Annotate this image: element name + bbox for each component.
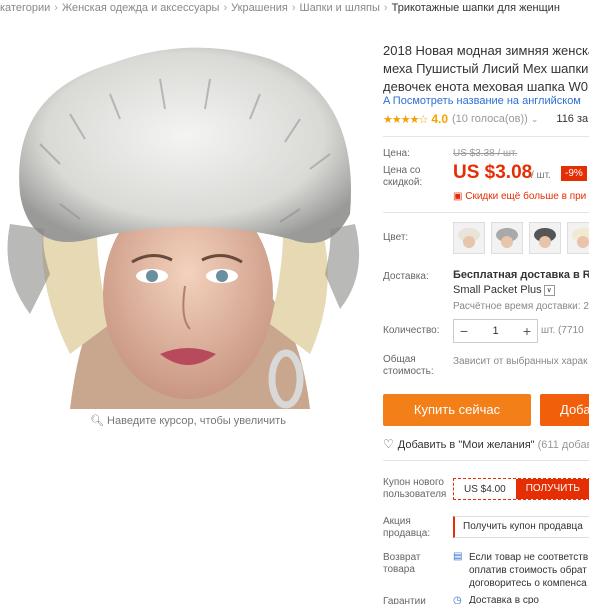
wishlist-count: (611 добави [537, 439, 589, 451]
returns-line: Если товар не соответств [469, 552, 589, 563]
zoom-hint-text: Наведите курсор, чтобы увеличить [107, 415, 286, 427]
sale-note[interactable]: ▣ Скидки ещё больше в при [453, 191, 586, 202]
quantity-minus-button[interactable]: − [454, 323, 474, 339]
add-to-wishlist[interactable]: ♡Добавить в "Мои желания" (611 добави [383, 437, 589, 451]
sale-note-text: Скидки ещё больше в при [465, 191, 587, 202]
clock-icon: ◷ [453, 595, 462, 604]
rating-score: 4.0 [431, 112, 448, 126]
guarantee-label: Гарантии [383, 596, 426, 604]
translate-icon: A [383, 95, 390, 107]
total-note: Зависит от выбранных харак [453, 356, 588, 367]
promo-label: Акция продавца: [383, 516, 431, 539]
product-title-line: меха Пушистый Лисий Мех шапки, [383, 61, 589, 76]
add-to-cart-button[interactable]: Доба [540, 394, 589, 426]
color-swatch[interactable] [453, 222, 485, 254]
swatch-hat-image [534, 228, 556, 248]
swatch-hat-image [496, 228, 518, 248]
translate-link[interactable]: A Посмотреть название на английском [383, 95, 581, 107]
returns-line: оплатив стоимость обрат [469, 565, 587, 576]
returns-line: договоритесь о компенса [469, 578, 587, 589]
shipping-line: Бесплатная доставка в Rus [453, 269, 589, 281]
new-user-coupon: US $4.00 ПОЛУЧИТЬ [453, 478, 589, 500]
heart-icon: ♡ [383, 437, 394, 451]
product-title-line: девочек енота меховая шапка W0 [383, 79, 588, 94]
product-image [0, 24, 368, 409]
shipping-method[interactable]: Small Packet Plus [453, 284, 542, 296]
color-swatch[interactable] [529, 222, 561, 254]
color-swatch[interactable] [491, 222, 523, 254]
breadcrumb-item[interactable]: Женская одежда и аксессуары [62, 2, 220, 14]
guarantee-text: Доставка в сро [469, 595, 539, 604]
seller-coupon[interactable]: Получить купон продавца [453, 516, 589, 538]
translate-link-text: Посмотреть название на английском [392, 95, 581, 107]
rating-votes[interactable]: (10 голоса(ов)) [452, 113, 528, 125]
quantity-input[interactable]: 1 [474, 325, 517, 337]
total-label: Общая стоимость: [383, 354, 434, 377]
buy-now-button[interactable]: Купить сейчас [383, 394, 531, 426]
breadcrumb-separator: › [223, 2, 228, 14]
swatch-hat-image [572, 228, 589, 248]
rating-row: ★★★★☆ 4.0 (10 голоса(ов)) ⌄ 116 за [383, 112, 588, 126]
gift-icon: ▣ [453, 191, 463, 202]
product-title-line: 2018 Новая модная зимняя женская [383, 43, 589, 58]
quantity-stepper: − 1 + [453, 319, 538, 343]
shipping-info: Бесплатная доставка в Rus Small Packet P… [453, 268, 589, 298]
zoom-hint: 🔍︎ Наведите курсор, чтобы увеличить [90, 414, 286, 427]
chevron-down-icon[interactable]: ⌄ [531, 114, 539, 125]
discount-price-label: Цена со скидкой: [383, 165, 423, 188]
returns-text: Если товар не соответств оплатив стоимос… [469, 551, 588, 590]
old-price: US $3.38 / шт. [453, 148, 518, 159]
breadcrumb-item[interactable]: Украшения [231, 2, 288, 14]
quantity-label: Количество: [383, 325, 440, 336]
chevron-down-icon[interactable]: ∨ [543, 284, 555, 296]
quantity-available: шт. (7710 [541, 325, 584, 336]
color-label: Цвет: [383, 232, 409, 243]
shipping-label: Доставка: [383, 271, 429, 282]
price-label: Цена: [383, 148, 410, 159]
divider [383, 460, 589, 461]
breadcrumb-separator: › [291, 2, 296, 14]
product-info: 2018 Новая модная зимняя женская меха Пу… [383, 0, 589, 604]
magnifier-icon: 🔍︎ [90, 415, 104, 427]
shield-icon: ▤ [453, 551, 463, 562]
new-price: US $3.08 [453, 162, 533, 183]
delivery-time: Расчётное время доставки: 2 [453, 301, 589, 312]
swatch-hat-image [458, 228, 480, 248]
coupon-amount: US $4.00 [464, 483, 506, 495]
color-swatches [453, 222, 589, 254]
price-unit: / шт. [531, 170, 551, 181]
divider [383, 212, 589, 213]
get-coupon-button[interactable]: ПОЛУЧИТЬ [515, 479, 589, 499]
coupon-label: Купон нового пользователя [383, 477, 447, 500]
returns-label: Возврат товара [383, 552, 421, 575]
orders-count: 116 за [556, 113, 589, 125]
rating-stars-icon: ★★★★☆ [383, 113, 428, 126]
breadcrumb-item[interactable]: категории [0, 2, 50, 14]
product-photo[interactable] [0, 24, 368, 409]
quantity-plus-button[interactable]: + [517, 323, 537, 339]
discount-badge: -9% [561, 166, 587, 181]
color-swatch[interactable] [567, 222, 589, 254]
breadcrumb-item[interactable]: Шапки и шляпы [299, 2, 379, 14]
divider [383, 136, 589, 137]
wishlist-label: Добавить в "Мои желания" [397, 439, 535, 451]
product-title: 2018 Новая модная зимняя женская меха Пу… [383, 42, 589, 96]
breadcrumb-separator: › [54, 2, 58, 14]
